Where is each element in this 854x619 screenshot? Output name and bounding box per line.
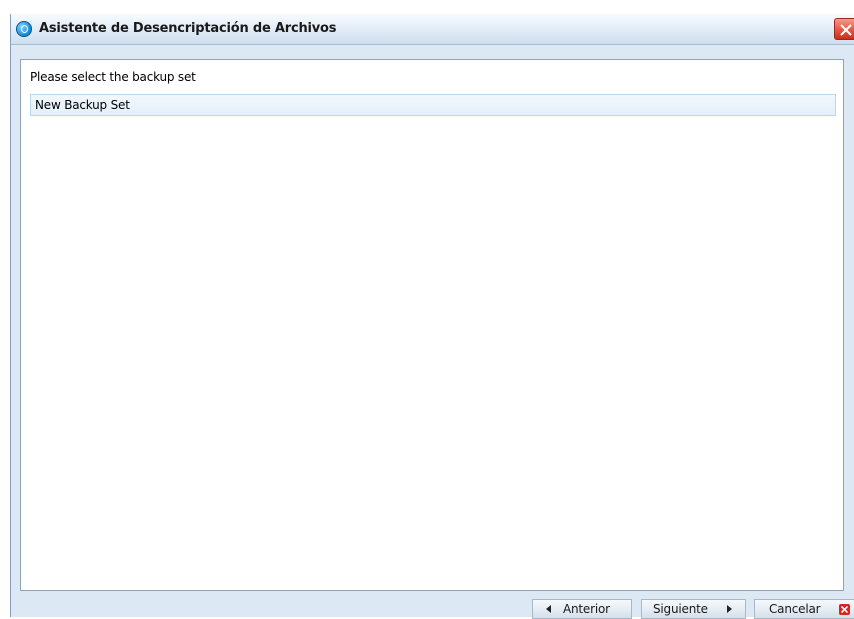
prompt-label: Please select the backup set — [30, 70, 196, 84]
cancel-x-icon — [839, 604, 850, 615]
next-button-label: Siguiente — [653, 602, 708, 616]
cancel-button-label: Cancelar — [769, 602, 821, 616]
cancel-button[interactable]: Cancelar — [754, 599, 854, 619]
backup-set-panel: Please select the backup set New Backup … — [20, 59, 844, 591]
wizard-window: Asistente de Desencriptación de Archivos… — [10, 14, 854, 619]
backup-set-list[interactable]: New Backup Set — [30, 94, 836, 116]
arrow-left-icon — [546, 605, 551, 613]
list-item[interactable]: New Backup Set — [30, 94, 836, 116]
back-button[interactable]: Anterior — [532, 599, 632, 619]
back-button-label: Anterior — [563, 602, 610, 616]
close-icon — [840, 24, 852, 36]
app-logo-icon — [16, 21, 32, 37]
window-title: Asistente de Desencriptación de Archivos — [39, 21, 337, 36]
arrow-right-icon — [727, 605, 732, 613]
next-button[interactable]: Siguiente — [641, 599, 746, 619]
title-bar[interactable]: Asistente de Desencriptación de Archivos — [11, 14, 854, 45]
close-button[interactable] — [834, 18, 854, 40]
